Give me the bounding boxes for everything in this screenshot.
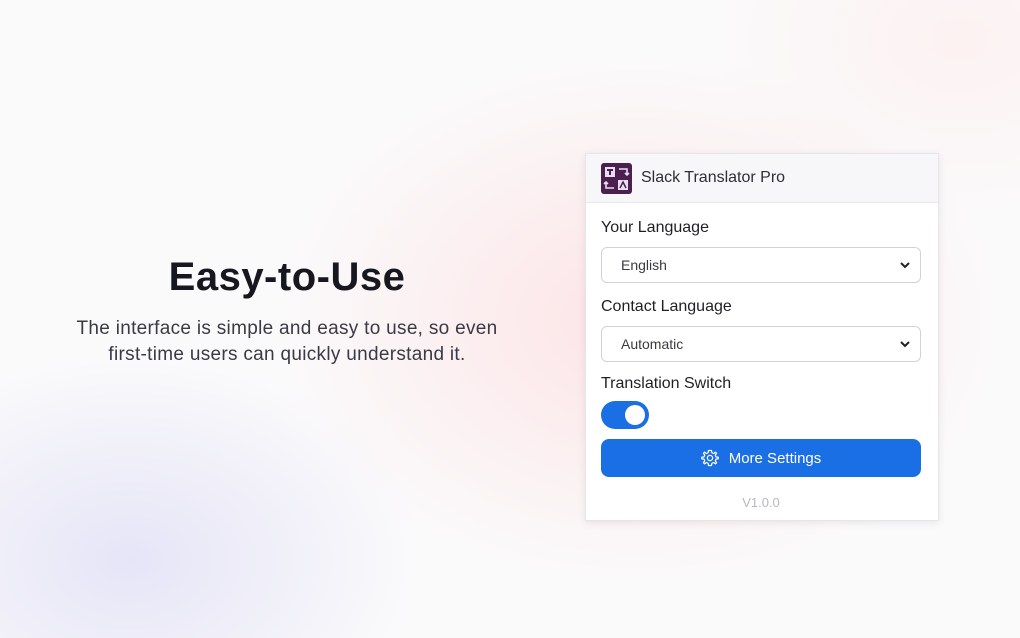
- popup-header: Slack Translator Pro: [586, 154, 938, 203]
- hero-description-line1: The interface is simple and easy to use,…: [76, 318, 498, 339]
- translation-switch-toggle[interactable]: [601, 401, 649, 429]
- extension-popup: Slack Translator Pro Your Language Engli…: [585, 153, 939, 521]
- your-language-select[interactable]: English: [601, 247, 921, 283]
- hero-description: The interface is simple and easy to use,…: [40, 316, 534, 368]
- more-settings-label: More Settings: [728, 449, 822, 467]
- version-label: V1.0.0: [742, 495, 780, 510]
- your-language-value: English: [621, 257, 667, 273]
- gear-icon: [700, 449, 719, 467]
- hero-title: Easy-to-Use: [168, 255, 406, 299]
- contact-language-value: Automatic: [621, 336, 684, 352]
- your-language-label: Your Language: [601, 219, 709, 236]
- more-settings-button[interactable]: More Settings: [601, 439, 921, 477]
- translation-switch-label: Translation Switch: [601, 375, 732, 392]
- app-title: Slack Translator Pro: [641, 169, 786, 186]
- contact-language-label: Contact Language: [601, 298, 732, 315]
- chevron-down-icon: [900, 262, 910, 269]
- chevron-down-icon: [900, 341, 910, 348]
- contact-language-select[interactable]: Automatic: [601, 326, 921, 362]
- toggle-knob: [625, 405, 645, 425]
- hero-description-line2: first-time users can quickly understand …: [108, 344, 466, 365]
- hero-section: Easy-to-Use The interface is simple and …: [40, 255, 534, 368]
- popup-body: Your Language English Contact Language A…: [586, 219, 938, 510]
- translator-logo-icon: [601, 162, 632, 194]
